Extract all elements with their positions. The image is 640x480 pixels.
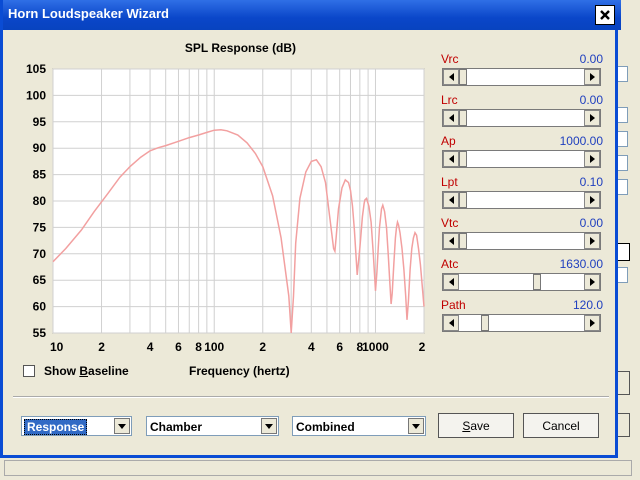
slider-label-ap: Ap xyxy=(441,134,456,148)
arrow-left-icon[interactable] xyxy=(443,151,459,167)
slider-thumb[interactable] xyxy=(459,151,467,167)
arrow-right-icon[interactable] xyxy=(584,233,600,249)
slider-value-lrc: 0.00 xyxy=(579,93,603,107)
status-bar xyxy=(0,458,640,480)
chamber-select-value: Chamber xyxy=(150,420,203,434)
cancel-button[interactable]: Cancel xyxy=(523,413,599,438)
chart-title: SPL Response (dB) xyxy=(184,41,297,55)
show-baseline-checkbox[interactable] xyxy=(23,365,35,377)
arrow-left-icon[interactable] xyxy=(443,69,459,85)
slider-label-atc: Atc xyxy=(441,257,459,271)
y-tick-label: 75 xyxy=(33,220,47,234)
x-tick-label: 2 xyxy=(98,340,105,354)
arrow-right-icon[interactable] xyxy=(584,315,600,331)
slider-thumb[interactable] xyxy=(533,274,541,290)
slider-value-path: 120.0 xyxy=(572,298,603,312)
chevron-down-icon[interactable] xyxy=(114,418,130,434)
y-tick-label: 55 xyxy=(33,326,47,340)
x-axis-label: Frequency (hertz) xyxy=(189,364,290,378)
y-tick-label: 65 xyxy=(33,273,47,287)
view-select[interactable]: Response xyxy=(21,416,132,436)
x-tick-label: 2 xyxy=(419,340,426,354)
y-tick-label: 70 xyxy=(33,247,47,261)
mode-select-value: Combined xyxy=(296,420,355,434)
slider-thumb[interactable] xyxy=(459,110,467,126)
y-tick-label: 90 xyxy=(33,141,47,155)
x-tick-label: 8 xyxy=(195,340,202,354)
status-pane xyxy=(4,460,632,476)
save-button[interactable]: Save xyxy=(438,413,514,438)
y-tick-label: 100 xyxy=(26,88,46,102)
y-tick-label: 95 xyxy=(33,115,47,129)
close-button[interactable] xyxy=(595,5,615,25)
slider-path[interactable] xyxy=(442,314,601,332)
wizard-window: Horn Loudspeaker Wizard SPL Response (dB… xyxy=(0,0,621,458)
slider-thumb[interactable] xyxy=(481,315,489,331)
slider-vtc[interactable] xyxy=(442,232,601,250)
arrow-left-icon[interactable] xyxy=(443,110,459,126)
slider-lrc[interactable] xyxy=(442,109,601,127)
slider-label-lrc: Lrc xyxy=(441,93,458,107)
divider xyxy=(13,396,609,398)
arrow-left-icon[interactable] xyxy=(443,315,459,331)
slider-value-atc: 1630.00 xyxy=(559,257,603,271)
slider-value-ap: 1000.00 xyxy=(559,134,603,148)
show-baseline-label[interactable]: Show Baseline xyxy=(44,364,129,378)
chevron-down-icon[interactable] xyxy=(408,418,424,434)
mode-select[interactable]: Combined xyxy=(292,416,426,436)
window-title: Horn Loudspeaker Wizard xyxy=(8,6,169,21)
spl-chart: 105100959085807570656055 10 2 4 6 8 100 2 4 6 810… xyxy=(26,62,426,354)
slider-vrc[interactable] xyxy=(442,68,601,86)
slider-label-lpt: Lpt xyxy=(441,175,458,189)
chamber-select[interactable]: Chamber xyxy=(146,416,279,436)
x-tick-label: 4 xyxy=(308,340,315,354)
arrow-left-icon[interactable] xyxy=(443,192,459,208)
arrow-right-icon[interactable] xyxy=(584,192,600,208)
arrow-right-icon[interactable] xyxy=(584,69,600,85)
slider-label-path: Path xyxy=(441,298,466,312)
y-tick-label: 85 xyxy=(33,168,47,182)
x-tick-label: 10 xyxy=(50,340,64,354)
arrow-left-icon[interactable] xyxy=(443,233,459,249)
slider-ap[interactable] xyxy=(442,150,601,168)
slider-value-vtc: 0.00 xyxy=(579,216,603,230)
title-bar: Horn Loudspeaker Wizard xyxy=(3,0,621,30)
arrow-right-icon[interactable] xyxy=(584,274,600,290)
close-icon xyxy=(600,10,610,20)
slider-value-lpt: 0.10 xyxy=(579,175,603,189)
slider-label-vtc: Vtc xyxy=(441,216,459,230)
x-tick-label: 1000 xyxy=(362,340,389,354)
view-select-value: Response xyxy=(24,419,88,435)
y-tick-label: 80 xyxy=(33,194,47,208)
x-tick-label: 100 xyxy=(204,340,224,354)
x-tick-label: 6 xyxy=(175,340,182,354)
slider-thumb[interactable] xyxy=(459,69,467,85)
slider-thumb[interactable] xyxy=(459,192,467,208)
arrow-left-icon[interactable] xyxy=(443,274,459,290)
x-tick-label: 2 xyxy=(259,340,266,354)
chevron-down-icon[interactable] xyxy=(261,418,277,434)
slider-label-vrc: Vrc xyxy=(441,52,459,66)
arrow-right-icon[interactable] xyxy=(584,151,600,167)
slider-lpt[interactable] xyxy=(442,191,601,209)
slider-atc[interactable] xyxy=(442,273,601,291)
y-tick-label: 60 xyxy=(33,300,47,314)
slider-thumb[interactable] xyxy=(459,233,467,249)
slider-value-vrc: 0.00 xyxy=(579,52,603,66)
arrow-right-icon[interactable] xyxy=(584,110,600,126)
x-tick-label: 4 xyxy=(147,340,154,354)
y-tick-label: 105 xyxy=(26,62,46,76)
x-tick-label: 6 xyxy=(336,340,343,354)
